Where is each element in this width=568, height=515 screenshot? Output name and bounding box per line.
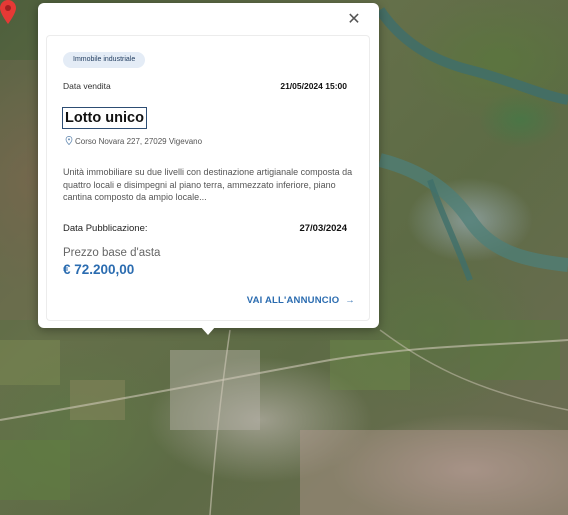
view-listing-label: VAI ALL'ANNUNCIO: [246, 295, 340, 306]
publication-date: 27/03/2024: [299, 223, 347, 234]
map-marker-icon[interactable]: [0, 0, 16, 24]
listing-description: Unità immobiliare su due livelli con des…: [63, 167, 353, 202]
sale-date-value: 21/05/2024 15:00: [280, 81, 347, 91]
price-value: € 72.200,00: [63, 262, 135, 277]
popup-pointer: [200, 326, 216, 335]
listing-card: Immobile industriale Data vendita 21/05/…: [46, 35, 370, 321]
location-pin-icon: [65, 136, 73, 145]
listing-popup: ✕ Immobile industriale Data vendita 21/0…: [38, 3, 379, 328]
publication-label: Data Pubblicazione:: [63, 223, 148, 234]
address: Corso Novara 227, 27029 Vigevano: [65, 136, 202, 146]
view-listing-link[interactable]: VAI ALL'ANNUNCIO →: [247, 295, 355, 306]
category-badge: Immobile industriale: [63, 52, 146, 68]
price-label: Prezzo base d'asta: [63, 247, 161, 259]
close-icon[interactable]: ✕: [345, 11, 363, 29]
listing-title[interactable]: Lotto unico: [62, 107, 147, 129]
sale-date-label: Data vendita: [63, 81, 111, 91]
arrow-right-icon: →: [345, 295, 355, 306]
address-text: Corso Novara 227, 27029 Vigevano: [75, 137, 203, 146]
